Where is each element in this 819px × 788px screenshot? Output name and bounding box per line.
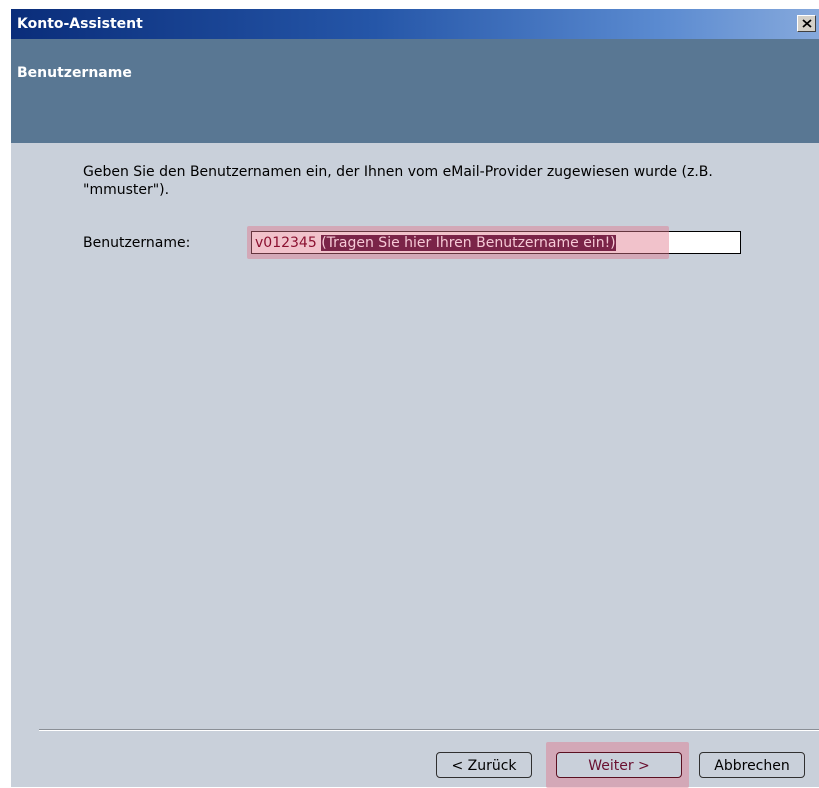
close-button[interactable] — [797, 15, 816, 32]
next-button[interactable]: Weiter > — [556, 752, 682, 778]
username-value: v012345 — [255, 235, 317, 251]
instruction-text: Geben Sie den Benutzernamen ein, der Ihn… — [83, 164, 713, 198]
wizard-header: Benutzername — [11, 39, 819, 143]
username-input-value: v012345 (Tragen Sie hier Ihren Benutzern… — [255, 234, 616, 252]
username-hint-selection: (Tragen Sie hier Ihren Benutzername ein!… — [321, 235, 616, 251]
window-title: Konto-Assistent — [17, 16, 143, 32]
account-wizard-window: Konto-Assistent Benutzername Geben Sie d… — [10, 8, 819, 788]
button-separator — [39, 729, 819, 731]
back-button[interactable]: < Zurück — [436, 752, 532, 778]
page-title: Benutzername — [17, 65, 132, 81]
close-icon — [802, 19, 812, 28]
username-label: Benutzername: — [83, 235, 191, 251]
cancel-button[interactable]: Abbrechen — [699, 752, 805, 778]
title-bar[interactable]: Konto-Assistent — [11, 9, 819, 39]
username-input[interactable]: v012345 (Tragen Sie hier Ihren Benutzern… — [247, 226, 741, 259]
